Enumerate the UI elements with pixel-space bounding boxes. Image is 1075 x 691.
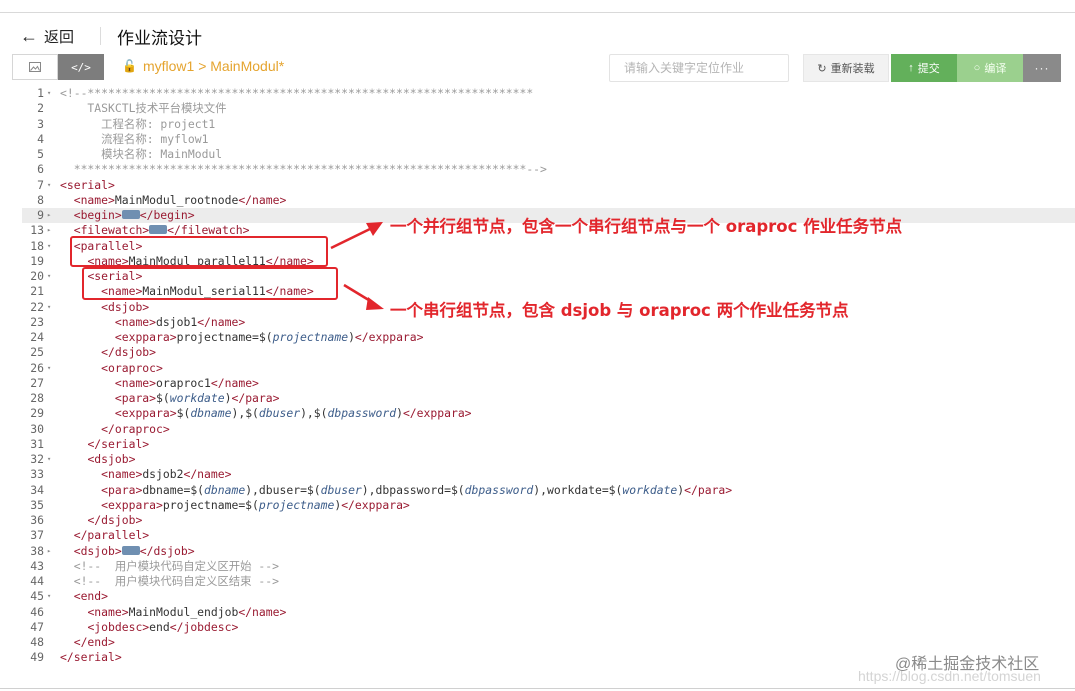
serial-annotation: 一个串行组节点，包含 dsjob 与 oraproc 两个作业任务节点 <box>390 301 849 320</box>
parallel-annotation: 一个并行组节点，包含一个串行组节点与一个 oraproc 作业任务节点 <box>390 217 903 236</box>
watermark-secondary: https://blog.csdn.net/tomsuen <box>858 668 1041 684</box>
annotation-arrows <box>330 222 384 310</box>
window-bottom-border <box>0 688 1075 689</box>
arrow-head-serial <box>366 297 384 310</box>
